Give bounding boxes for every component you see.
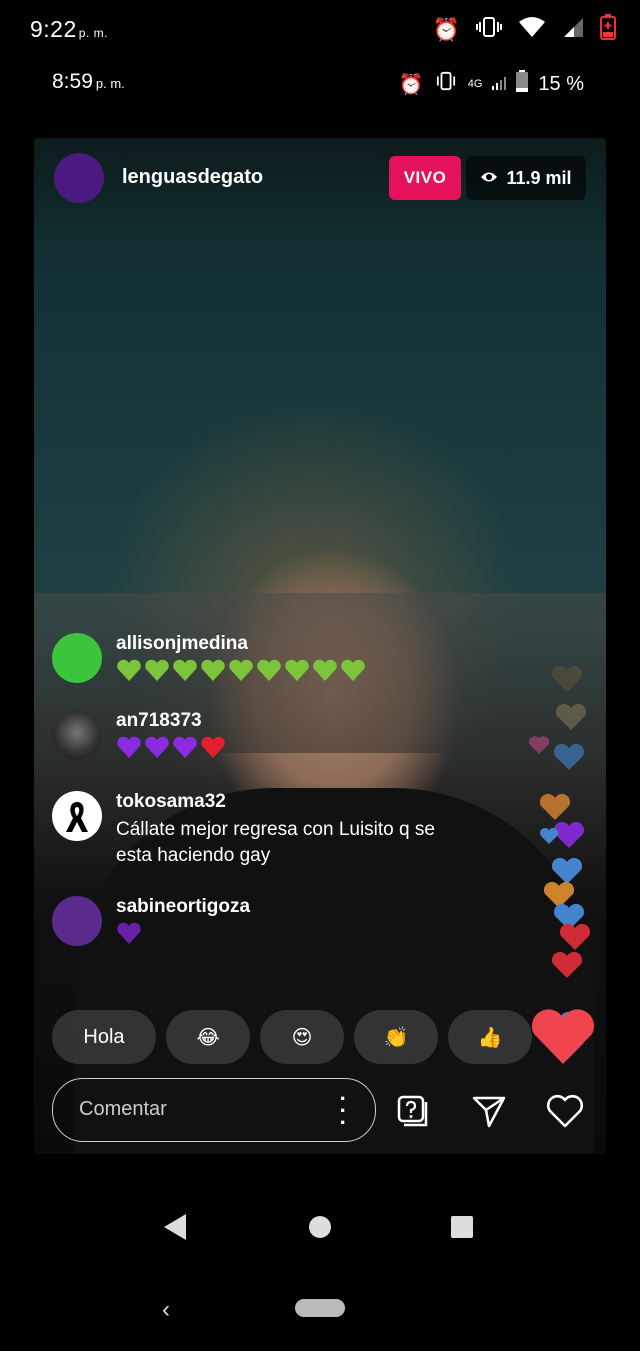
vibrate-icon bbox=[476, 16, 502, 44]
gesture-pill[interactable] bbox=[295, 1299, 345, 1317]
comment-item[interactable]: sabineortigoza bbox=[52, 896, 250, 946]
outer-status-bar: 9:22 p. m. ⏰ bbox=[0, 0, 640, 60]
viewer-count-value: 11.9 mil bbox=[506, 167, 572, 188]
outer-status-icons: ⏰ bbox=[433, 14, 616, 46]
quick-reply-thumbs-up[interactable]: 👍 bbox=[448, 1010, 532, 1064]
back-icon[interactable] bbox=[164, 1214, 186, 1240]
more-vertical-icon[interactable]: · · · bbox=[340, 1088, 347, 1134]
comment-text: Cállate mejor regresa con Luisito q se e… bbox=[116, 819, 435, 866]
comment-avatar[interactable] bbox=[52, 633, 102, 683]
alarm-icon: ⏰ bbox=[398, 73, 424, 96]
comment-username[interactable]: sabineortigoza bbox=[116, 896, 250, 918]
host-username[interactable]: lenguasdegato bbox=[122, 166, 263, 189]
outer-clock: 9:22 p. m. bbox=[30, 16, 108, 43]
inner-clock-ampm: p. m. bbox=[95, 76, 125, 91]
comment-body: allisonjmedina bbox=[116, 633, 366, 683]
quick-reply-label: 😂 bbox=[196, 1026, 220, 1049]
quick-reply-label: 😍 bbox=[291, 1026, 313, 1049]
eye-icon bbox=[480, 168, 498, 189]
comment-item[interactable]: an718373 bbox=[52, 710, 228, 760]
comment-placeholder: Comentar bbox=[79, 1098, 167, 1120]
purple-heart-emoji bbox=[116, 922, 250, 946]
comment-item[interactable]: allisonjmedina bbox=[52, 633, 366, 683]
signal-icon bbox=[492, 73, 507, 96]
viewer-count[interactable]: 11.9 mil bbox=[466, 156, 586, 200]
chevron-back-icon[interactable]: ‹ bbox=[162, 1296, 170, 1324]
green-hearts-emoji bbox=[116, 659, 366, 683]
quick-reply-label: 👏 bbox=[383, 1026, 409, 1049]
comment-username[interactable]: an718373 bbox=[116, 710, 228, 732]
heart-icon[interactable] bbox=[544, 1090, 586, 1132]
home-icon[interactable] bbox=[309, 1216, 331, 1238]
comment-avatar[interactable] bbox=[52, 710, 102, 760]
live-badge: VIVO bbox=[389, 156, 461, 200]
quick-reply-heart-eyes[interactable]: 😍 bbox=[260, 1010, 344, 1064]
comment-username[interactable]: allisonjmedina bbox=[116, 633, 366, 655]
outer-clock-time: 9:22 bbox=[30, 16, 77, 42]
battery-low-icon bbox=[600, 14, 616, 46]
purple-red-hearts-emoji bbox=[116, 736, 228, 760]
comment-avatar[interactable] bbox=[52, 896, 102, 946]
outer-clock-ampm: p. m. bbox=[78, 26, 108, 40]
inner-clock: 8:59 p. m. bbox=[52, 70, 125, 94]
ribbon-icon bbox=[66, 802, 88, 832]
quick-reply-label: Hola bbox=[83, 1025, 125, 1048]
question-box-icon[interactable] bbox=[392, 1090, 434, 1132]
inner-status-bar: 8:59 p. m. ⏰ 4G 15 % bbox=[0, 62, 640, 106]
quick-reply-clap[interactable]: 👏 bbox=[354, 1010, 438, 1064]
comment-input[interactable]: Comentar · · · bbox=[52, 1078, 376, 1142]
battery-icon bbox=[516, 70, 529, 98]
quick-reply-hola[interactable]: Hola bbox=[52, 1010, 156, 1064]
quick-reply-label: 👍 bbox=[477, 1026, 503, 1049]
comment-body: an718373 bbox=[116, 710, 228, 760]
battery-percent: 15 % bbox=[538, 72, 584, 95]
comment-body: sabineortigoza bbox=[116, 896, 250, 946]
alarm-icon: ⏰ bbox=[432, 17, 460, 42]
comment-avatar[interactable] bbox=[52, 791, 102, 841]
network-type: 4G bbox=[467, 78, 483, 90]
wifi-icon bbox=[518, 16, 546, 44]
host-avatar[interactable] bbox=[54, 153, 104, 203]
inner-clock-time: 8:59 bbox=[52, 70, 93, 93]
inner-status-icons: ⏰ 4G 15 % bbox=[399, 70, 584, 98]
quick-reply-laugh[interactable]: 😂 bbox=[166, 1010, 250, 1064]
signal-icon bbox=[562, 16, 584, 44]
recents-icon[interactable] bbox=[451, 1216, 473, 1238]
live-video[interactable]: lenguasdegato VIVO 11.9 mil allisonjmedi… bbox=[34, 138, 606, 1154]
vibrate-icon bbox=[434, 71, 458, 97]
big-heart-reaction bbox=[531, 1009, 595, 1064]
comment-username[interactable]: tokosama32 bbox=[116, 791, 435, 813]
send-icon[interactable] bbox=[468, 1090, 510, 1132]
comment-body: tokosama32 Cállate mejor regresa con Lui… bbox=[116, 791, 435, 869]
comment-item[interactable]: tokosama32 Cállate mejor regresa con Lui… bbox=[52, 791, 435, 869]
